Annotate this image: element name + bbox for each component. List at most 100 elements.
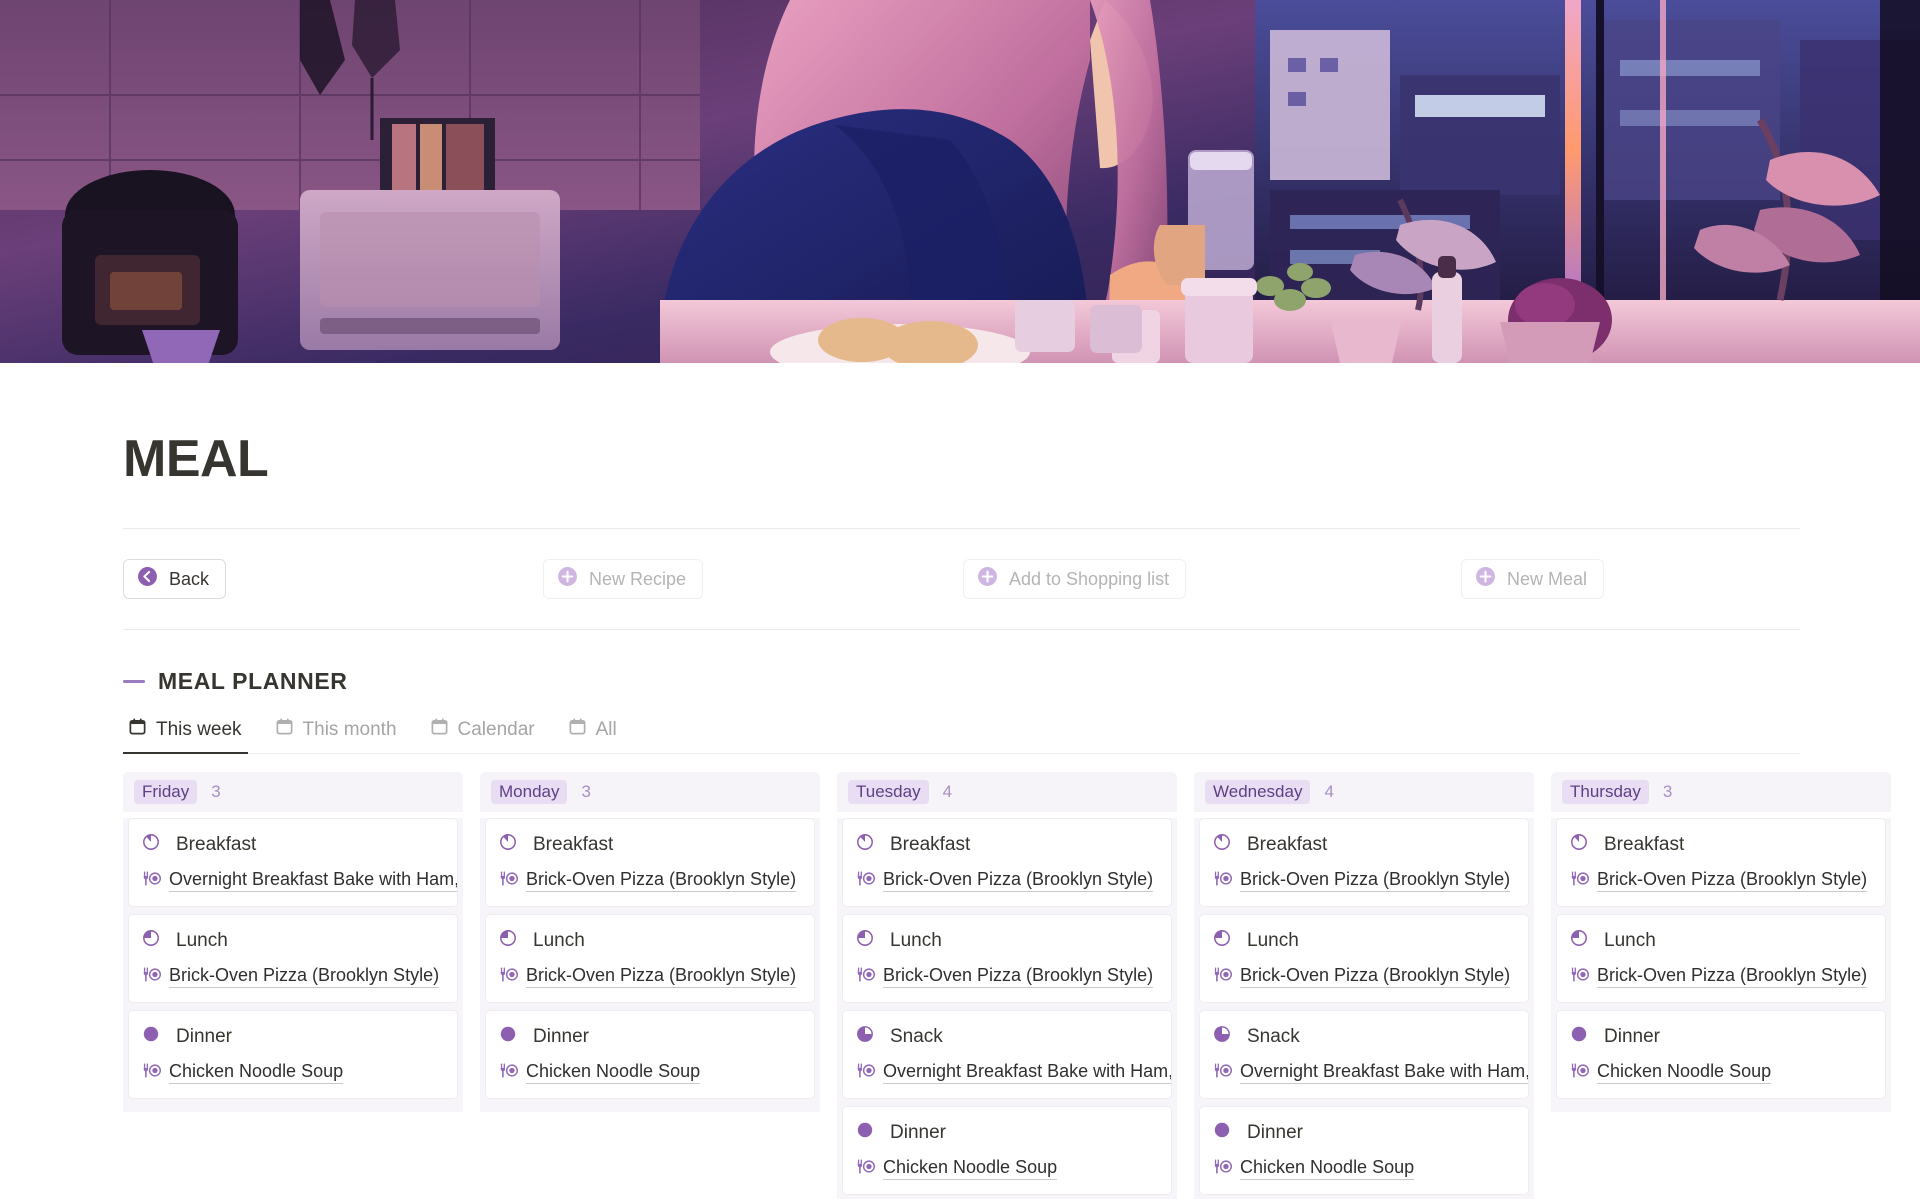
recipe-row[interactable]: Chicken Noodle Soup [1213,1157,1515,1181]
recipe-link[interactable]: Chicken Noodle Soup [169,1061,344,1085]
meal-type-row: Dinner [1570,1025,1872,1049]
meal-planner-header: MEAL PLANNER [123,668,1800,695]
recipe-link[interactable]: Chicken Noodle Soup [1240,1157,1415,1181]
recipe-link[interactable]: Brick-Oven Pizza (Brooklyn Style) [1597,869,1868,893]
recipe-row[interactable]: Overnight Breakfast Bake with Ham, Chedd… [856,1061,1171,1085]
meal-card[interactable]: Breakfast Brick-Oven Pizza (Brooklyn Styl… [842,818,1172,908]
recipe-row[interactable]: Chicken Noodle Soup [856,1157,1158,1181]
fork-plate-icon [1570,1062,1590,1084]
fork-plate-icon [856,966,876,988]
day-column-header[interactable]: Tuesday 4 [837,772,1177,813]
recipe-link[interactable]: Brick-Oven Pizza (Brooklyn Style) [883,965,1154,989]
new-meal-button-label: New Meal [1507,568,1588,589]
recipe-link[interactable]: Brick-Oven Pizza (Brooklyn Style) [526,965,797,989]
meal-card[interactable]: Lunch Brick-Oven Pizza (Brooklyn Style) [1199,914,1529,1004]
tab-calendar[interactable]: Calendar [413,717,551,753]
day-meal-count: 3 [211,782,221,802]
recipe-row[interactable]: Brick-Oven Pizza (Brooklyn Style) [1213,869,1515,893]
recipe-link[interactable]: Brick-Oven Pizza (Brooklyn Style) [1240,869,1511,893]
tab-all[interactable]: All [551,717,633,753]
recipe-row[interactable]: Brick-Oven Pizza (Brooklyn Style) [1213,965,1515,989]
fork-plate-icon [142,870,162,892]
day-column-header[interactable]: Friday 3 [123,772,463,813]
day-column-body: Breakfast Overnight Breakfast Bake with H… [123,818,463,1113]
meal-card[interactable]: Lunch Brick-Oven Pizza (Brooklyn Style) [842,914,1172,1004]
tab-label: This week [156,718,242,740]
recipe-row[interactable]: Overnight Breakfast Bake with Ham, Chedd… [1213,1061,1528,1085]
meal-card[interactable]: Breakfast Brick-Oven Pizza (Brooklyn Styl… [1199,818,1529,908]
recipe-row[interactable]: Brick-Oven Pizza (Brooklyn Style) [856,965,1158,989]
day-column-monday: Monday 3 Breakfast Brick-Oven Pizza (Brookl… [480,772,820,1199]
day-meal-count: 3 [1662,782,1673,802]
recipe-link[interactable]: Chicken Noodle Soup [1597,1061,1772,1085]
meal-type-row: Dinner [142,1025,444,1049]
meal-type-label: Dinner [1604,1026,1660,1048]
recipe-link[interactable]: Brick-Oven Pizza (Brooklyn Style) [526,869,797,893]
meal-card[interactable]: Dinner Chicken Noodle Soup [1199,1106,1529,1196]
meal-card[interactable]: Snack Overnight Breakfast Bake with Ham, … [1199,1010,1529,1100]
recipe-link[interactable]: Brick-Oven Pizza (Brooklyn Style) [1240,965,1511,989]
tab-this-month[interactable]: This month [258,717,413,753]
recipe-link[interactable]: Brick-Oven Pizza (Brooklyn Style) [883,869,1154,893]
recipe-link[interactable]: Chicken Noodle Soup [883,1157,1058,1181]
day-badge: Friday [134,780,198,805]
recipe-link[interactable]: Overnight Breakfast Bake with Ham, Chedd… [1240,1061,1528,1085]
meal-type-row: Breakfast [142,833,444,857]
meal-type-label: Lunch [1604,930,1656,952]
recipe-row[interactable]: Chicken Noodle Soup [1570,1061,1872,1085]
meal-card[interactable]: Lunch Brick-Oven Pizza (Brooklyn Style) [128,914,458,1004]
tab-this-week[interactable]: This week [123,717,258,755]
pie-12-icon [1570,833,1588,857]
meal-card[interactable]: Lunch Brick-Oven Pizza (Brooklyn Style) [1556,914,1886,1004]
day-column-tuesday: Tuesday 4 Breakfast Brick-Oven Pizza (Brook… [837,772,1177,1199]
tab-label: All [595,718,617,740]
fork-plate-icon [142,1062,162,1084]
recipe-row[interactable]: Overnight Breakfast Bake with Ham, Chedd… [142,869,457,893]
meal-card[interactable]: Dinner Chicken Noodle Soup [128,1010,458,1100]
recipe-row[interactable]: Brick-Oven Pizza (Brooklyn Style) [499,869,801,893]
meal-card[interactable]: Breakfast Brick-Oven Pizza (Brooklyn Styl… [485,818,815,908]
meal-card[interactable]: Breakfast Overnight Breakfast Bake with H… [128,818,458,908]
recipe-row[interactable]: Brick-Oven Pizza (Brooklyn Style) [499,965,801,989]
fork-plate-icon [499,1062,519,1084]
meal-type-row: Lunch [856,929,1158,953]
day-column-header[interactable]: Thursday 3 [1551,772,1891,813]
meal-card[interactable]: Lunch Brick-Oven Pizza (Brooklyn Style) [485,914,815,1004]
new-recipe-button[interactable]: New Recipe [543,559,704,600]
meal-type-row: Breakfast [499,833,801,857]
meal-type-row: Breakfast [1570,833,1872,857]
recipe-row[interactable]: Brick-Oven Pizza (Brooklyn Style) [1570,965,1872,989]
recipe-row[interactable]: Chicken Noodle Soup [142,1061,444,1085]
day-column-body: Breakfast Brick-Oven Pizza (Brooklyn Styl… [837,818,1177,1199]
recipe-row[interactable]: Brick-Oven Pizza (Brooklyn Style) [142,965,444,989]
recipe-link[interactable]: Chicken Noodle Soup [526,1061,701,1085]
meal-planner-board: Friday 3 Breakfast Overnight Breakfast Bake… [123,772,1920,1199]
meal-card[interactable]: Dinner Chicken Noodle Soup [1556,1010,1886,1100]
recipe-row[interactable]: Brick-Oven Pizza (Brooklyn Style) [856,869,1158,893]
pie-100-icon [499,1025,517,1049]
meal-card[interactable]: Dinner Chicken Noodle Soup [485,1010,815,1100]
meal-card[interactable]: Dinner Chicken Noodle Soup [842,1106,1172,1196]
pie-75-icon [856,1025,874,1049]
recipe-row[interactable]: Brick-Oven Pizza (Brooklyn Style) [1570,869,1872,893]
add-to-shopping-list-button[interactable]: Add to Shopping list [963,559,1187,600]
recipe-link[interactable]: Brick-Oven Pizza (Brooklyn Style) [169,965,440,989]
pie-25-icon [499,929,517,953]
day-column-header[interactable]: Wednesday 4 [1194,772,1534,813]
pie-25-icon [1570,929,1588,953]
meal-card[interactable]: Breakfast Brick-Oven Pizza (Brooklyn Styl… [1556,818,1886,908]
pie-100-icon [1570,1025,1588,1049]
recipe-row[interactable]: Chicken Noodle Soup [499,1061,801,1085]
fork-plate-icon [499,966,519,988]
meal-card[interactable]: Snack Overnight Breakfast Bake with Ham, … [842,1010,1172,1100]
day-badge: Monday [491,780,568,805]
back-button[interactable]: Back [123,559,227,600]
meal-type-label: Dinner [1247,1122,1303,1144]
new-meal-button[interactable]: New Meal [1461,559,1605,600]
fork-plate-icon [856,1062,876,1084]
day-column-header[interactable]: Monday 3 [480,772,820,813]
recipe-link[interactable]: Overnight Breakfast Bake with Ham, Chedd… [883,1061,1171,1085]
recipe-link[interactable]: Overnight Breakfast Bake with Ham, Chedd… [169,869,457,893]
meal-type-label: Lunch [176,930,228,952]
recipe-link[interactable]: Brick-Oven Pizza (Brooklyn Style) [1597,965,1868,989]
